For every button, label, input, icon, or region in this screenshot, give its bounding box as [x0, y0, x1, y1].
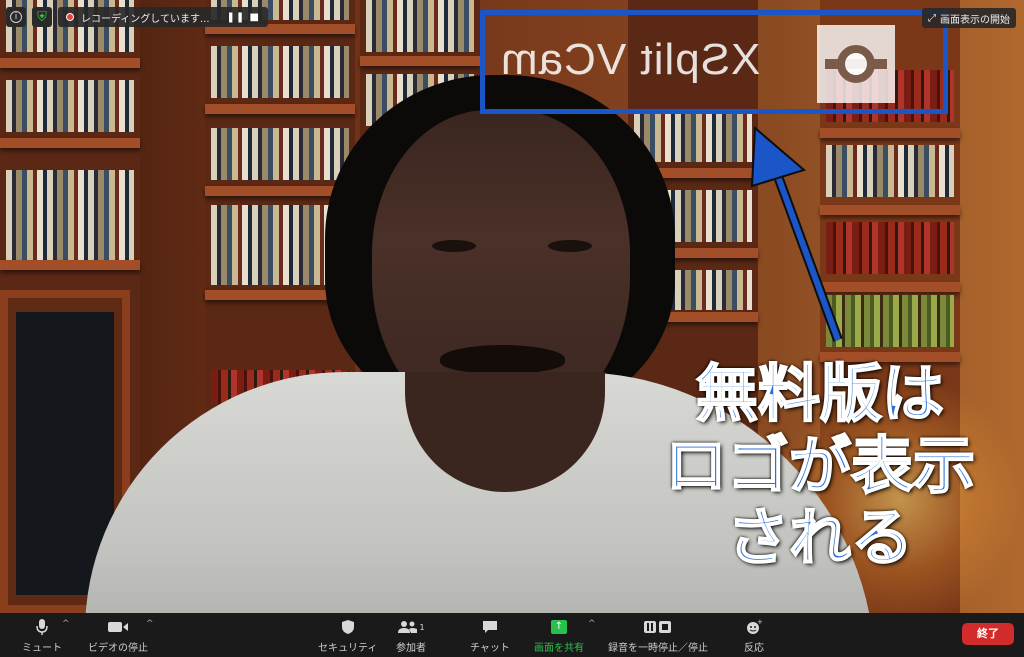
end-meeting-button[interactable]: 終了: [962, 623, 1014, 645]
smiley-plus-icon: +: [745, 617, 763, 637]
top-indicators: i ⛨ レコーディングしています... ❚❚ ■: [6, 7, 268, 27]
chat-bubble-icon: [482, 617, 498, 637]
caption-line-1: 無料版は: [695, 357, 945, 431]
recording-controls[interactable]: ❚❚ ■: [227, 12, 260, 23]
video-options-caret[interactable]: ^: [146, 619, 154, 629]
shield-icon: [341, 617, 355, 637]
participants-label: 参加者: [396, 643, 426, 654]
recording-text: レコーディングしています...: [81, 13, 210, 25]
annotation-caption: 無料版は ロゴが表示 される: [620, 357, 1020, 575]
share-arrow-icon: ↑: [551, 620, 567, 634]
view-toggle-button[interactable]: ⤢ 画面表示の開始: [922, 8, 1016, 28]
meeting-toolbar: ミュート ^ ビデオの停止 ^ セキュリティ 1 参加者 チャット ↑ 画面を共…: [0, 613, 1024, 657]
mute-label: ミュート: [22, 643, 62, 654]
shield-check-icon: ⛨: [37, 9, 47, 25]
expand-icon: ⤢: [928, 12, 936, 24]
people-icon: 1: [397, 617, 425, 637]
security-button[interactable]: セキュリティ: [318, 617, 377, 654]
encryption-indicator[interactable]: ⛨: [32, 7, 52, 27]
share-screen-button[interactable]: ↑ 画面を共有: [534, 617, 584, 654]
mute-options-caret[interactable]: ^: [62, 619, 70, 629]
stop-video-label: ビデオの停止: [88, 643, 148, 654]
info-icon: i: [10, 11, 22, 23]
recording-indicator: レコーディングしています... ❚❚ ■: [58, 7, 268, 27]
share-options-caret[interactable]: ^: [588, 619, 596, 629]
svg-text:+: +: [757, 619, 763, 626]
video-camera-icon: [107, 617, 129, 637]
microphone-icon: [35, 617, 49, 637]
recording-dot-icon: [66, 13, 74, 21]
reactions-label: 反応: [744, 643, 764, 654]
caption-line-3: される: [726, 501, 914, 575]
caption-line-2: ロゴが表示: [664, 429, 976, 503]
stop-video-button[interactable]: ビデオの停止: [88, 617, 148, 654]
security-label: セキュリティ: [318, 643, 378, 654]
video-feed: XSplit VCam 無料版は ロゴが表示 される: [0, 0, 1024, 613]
participants-button[interactable]: 1 参加者: [396, 617, 426, 654]
mute-button[interactable]: ミュート: [22, 617, 62, 654]
pause-stop-icon: [643, 617, 673, 637]
pause-stop-recording-button[interactable]: 録音を一時停止／停止: [608, 617, 708, 654]
meeting-info-button[interactable]: i: [6, 7, 26, 27]
chat-button[interactable]: チャット: [470, 617, 510, 654]
reactions-button[interactable]: + 反応: [744, 617, 764, 654]
participants-count: 1: [419, 622, 425, 632]
view-toggle-label: 画面表示の開始: [940, 14, 1010, 26]
pause-stop-recording-label: 録音を一時停止／停止: [608, 643, 708, 654]
share-screen-label: 画面を共有: [534, 643, 584, 654]
chat-label: チャット: [470, 643, 510, 654]
